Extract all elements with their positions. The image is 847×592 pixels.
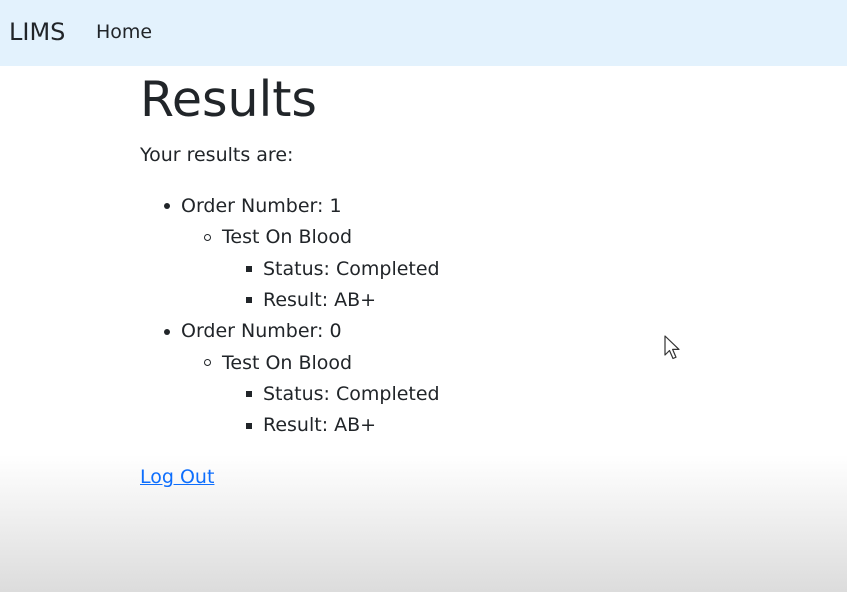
list-bullet <box>164 329 170 335</box>
status-text: Status: Completed <box>263 258 440 280</box>
brand-link[interactable]: LIMS <box>9 16 65 48</box>
result-text: Result: AB+ <box>263 289 377 311</box>
navbar: LIMS Home <box>0 0 847 66</box>
order-number-label: Order Number: 1 <box>181 195 342 217</box>
list-bullet <box>164 203 170 209</box>
mouse-pointer-icon <box>664 335 680 360</box>
list-bullet <box>204 234 211 241</box>
status-text: Status: Completed <box>263 383 440 405</box>
result-text: Result: AB+ <box>263 414 377 436</box>
test-label: Test On Blood <box>222 352 353 374</box>
list-bullet <box>246 297 252 303</box>
list-bullet <box>204 359 211 366</box>
logout-link[interactable]: Log Out <box>140 464 214 490</box>
page-title: Results <box>140 71 317 128</box>
list-bullet <box>246 423 252 429</box>
list-bullet <box>246 391 252 397</box>
nav-link-home[interactable]: Home <box>96 20 152 44</box>
results-intro: Your results are: <box>140 144 294 166</box>
list-bullet <box>246 266 252 272</box>
test-label: Test On Blood <box>222 226 353 248</box>
order-number-label: Order Number: 0 <box>181 320 342 342</box>
